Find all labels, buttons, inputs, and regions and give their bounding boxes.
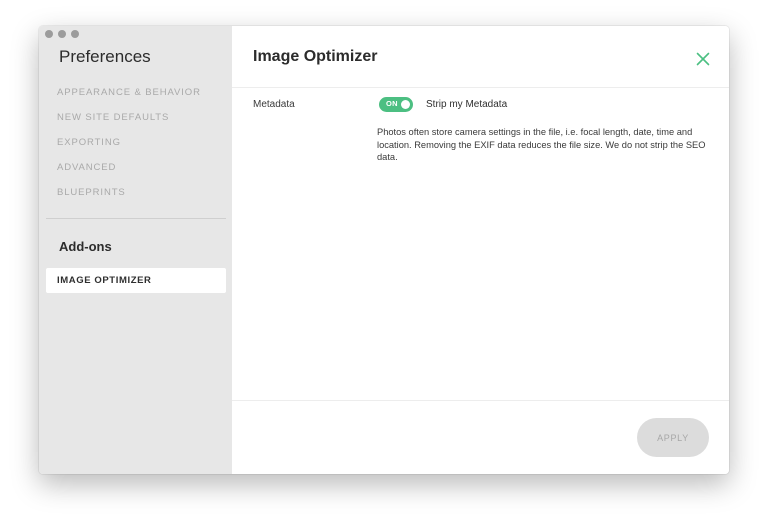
zoom-window-button[interactable] bbox=[71, 30, 79, 38]
window-controls bbox=[45, 30, 79, 38]
toggle-state-text: ON bbox=[386, 99, 398, 108]
strip-metadata-toggle[interactable]: ON bbox=[379, 97, 413, 112]
sidebar: Preferences APPEARANCE & BEHAVIOR NEW SI… bbox=[39, 26, 232, 474]
metadata-label: Metadata bbox=[253, 99, 295, 110]
strip-metadata-label: Strip my Metadata bbox=[426, 99, 508, 110]
main-header: Image Optimizer bbox=[232, 26, 729, 88]
sidebar-divider bbox=[46, 218, 226, 219]
sidebar-item-blueprints[interactable]: BLUEPRINTS bbox=[57, 186, 201, 211]
sidebar-title: Preferences bbox=[59, 47, 151, 66]
footer-divider bbox=[232, 400, 729, 401]
sidebar-item-exporting[interactable]: EXPORTING bbox=[57, 136, 201, 161]
sidebar-item-advanced[interactable]: ADVANCED bbox=[57, 161, 201, 186]
toggle-knob bbox=[401, 100, 410, 109]
apply-button[interactable]: APPLY bbox=[637, 418, 709, 457]
sidebar-item-new-site-defaults[interactable]: NEW SITE DEFAULTS bbox=[57, 111, 201, 136]
preferences-nav: APPEARANCE & BEHAVIOR NEW SITE DEFAULTS … bbox=[57, 86, 201, 211]
close-icon[interactable] bbox=[695, 51, 711, 67]
sidebar-item-appearance-behavior[interactable]: APPEARANCE & BEHAVIOR bbox=[57, 86, 201, 111]
minimize-window-button[interactable] bbox=[58, 30, 66, 38]
page-title: Image Optimizer bbox=[253, 48, 378, 65]
close-window-button[interactable] bbox=[45, 30, 53, 38]
preferences-window: Preferences APPEARANCE & BEHAVIOR NEW SI… bbox=[39, 26, 729, 474]
addons-heading: Add-ons bbox=[59, 239, 112, 254]
sidebar-item-image-optimizer[interactable]: IMAGE OPTIMIZER bbox=[46, 268, 226, 293]
metadata-description: Photos often store camera settings in th… bbox=[377, 127, 706, 162]
main-panel: Image Optimizer Metadata ON Strip my Met… bbox=[232, 26, 729, 474]
